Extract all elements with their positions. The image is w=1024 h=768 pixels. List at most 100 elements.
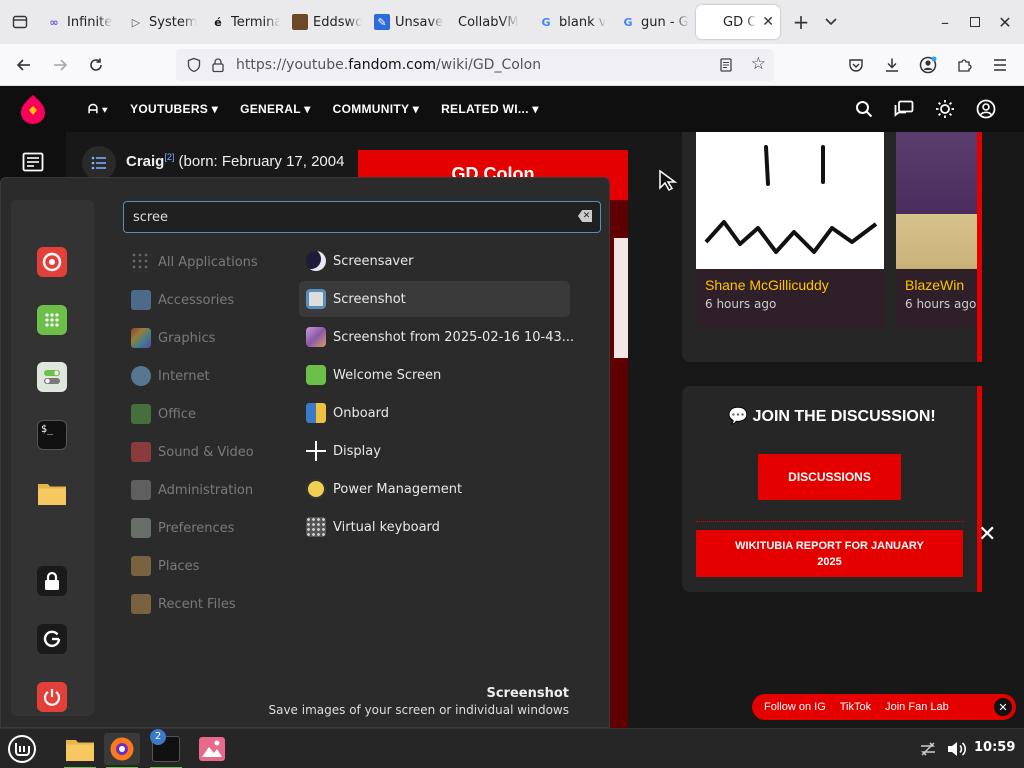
forward-button[interactable]: [42, 49, 78, 81]
taskbar-files[interactable]: [62, 733, 98, 768]
category-all-applications[interactable]: All Applications: [131, 247, 258, 277]
close-window-button[interactable]: ✕: [990, 0, 1020, 44]
logout-button[interactable]: [37, 624, 67, 654]
menu-search-box[interactable]: ✕: [123, 201, 601, 233]
tab-unsaved[interactable]: ✎Unsaved: [368, 5, 450, 39]
tab-terminal[interactable]: éTerminal: [204, 5, 286, 39]
navigation-bar: https://youtube.fandom.com/wiki/GD_Colon…: [0, 44, 1024, 86]
clock[interactable]: 10:59: [974, 740, 1015, 755]
category-office[interactable]: Office: [131, 399, 196, 429]
category-sound-video[interactable]: Sound & Video: [131, 437, 254, 467]
reader-mode-icon[interactable]: [718, 57, 734, 73]
category-administration[interactable]: Administration: [131, 475, 253, 505]
activity-user-link[interactable]: Shane McGillicuddy: [696, 269, 884, 293]
close-tab-icon[interactable]: ✕: [762, 14, 774, 30]
menu-search-input[interactable]: [133, 207, 573, 227]
close-follow-bar-icon[interactable]: ✕: [994, 698, 1012, 716]
nav-general[interactable]: GENERAL ▾: [240, 102, 311, 116]
follow-tiktok-link[interactable]: TikTok: [840, 701, 871, 713]
app-screensaver[interactable]: Screensaver: [299, 243, 570, 279]
folder-icon: [131, 556, 151, 576]
minimize-button[interactable]: –: [930, 0, 960, 44]
app-screenshot-file[interactable]: Screenshot from 2025-02-16 10-43...: [299, 319, 574, 355]
category-places[interactable]: Places: [131, 551, 199, 581]
toc-button[interactable]: [82, 146, 116, 180]
app-onboard[interactable]: Onboard: [299, 395, 570, 431]
tab-gd-colon[interactable]: GD C ✕: [696, 5, 780, 39]
google-icon: G: [623, 15, 633, 29]
tab-blank[interactable]: Gblank v: [532, 5, 614, 39]
shutdown-button[interactable]: [37, 682, 67, 712]
activity-thumbnail: [696, 132, 884, 269]
user-profile-icon[interactable]: [976, 99, 996, 119]
menu-button[interactable]: [4, 733, 40, 765]
account-button[interactable]: [910, 49, 946, 81]
close-ad-button[interactable]: ✕: [978, 522, 996, 547]
category-internet[interactable]: Internet: [131, 361, 210, 391]
category-accessories[interactable]: Accessories: [131, 285, 234, 315]
taskbar-firefox[interactable]: [104, 733, 140, 768]
app-virtual-keyboard[interactable]: Virtual keyboard: [299, 509, 570, 545]
url-text[interactable]: https://youtube.fandom.com/wiki/GD_Colon: [236, 57, 541, 73]
extensions-button[interactable]: [946, 49, 982, 81]
tab-overflow-button[interactable]: [816, 0, 846, 44]
article-icon[interactable]: [22, 152, 44, 172]
fandom-logo[interactable]: [0, 86, 66, 132]
lock-icon[interactable]: [210, 57, 226, 73]
activity-user-link[interactable]: BlazeWin: [896, 269, 982, 293]
tab-eddsworld[interactable]: Eddsworld: [286, 5, 368, 39]
taskbar-image-viewer[interactable]: [194, 733, 230, 765]
wiki-menu-button[interactable]: ᗩ ▾: [88, 102, 108, 117]
activity-item[interactable]: BlazeWin 6 hours ago: [896, 132, 982, 328]
new-tab-button[interactable]: +: [786, 0, 816, 44]
nav-community[interactable]: COMMUNITY ▾: [333, 102, 419, 116]
image-file-icon: [306, 327, 326, 347]
tab-system[interactable]: ▷ System: [122, 5, 204, 39]
follow-instagram-link[interactable]: Follow on IG: [764, 701, 826, 713]
volume-indicator[interactable]: [938, 733, 974, 765]
favorite-software-manager[interactable]: [37, 305, 67, 335]
app-screenshot[interactable]: Screenshot: [299, 281, 570, 317]
reload-button[interactable]: [78, 49, 114, 81]
nav-youtubers[interactable]: YOUTUBERS ▾: [130, 102, 218, 116]
category-recent-files[interactable]: Recent Files: [131, 589, 236, 619]
arrow-right-icon: [54, 58, 68, 71]
favorite-firefox[interactable]: [37, 247, 67, 277]
favorite-files[interactable]: [37, 478, 67, 508]
wikitubia-report-button[interactable]: WIKITUBIA REPORT FOR JANUARY 2025: [696, 530, 963, 577]
drawing-thumbnail: [704, 145, 878, 254]
pocket-button[interactable]: [838, 49, 874, 81]
activity-item[interactable]: Shane McGillicuddy 6 hours ago: [696, 132, 884, 328]
discussions-button[interactable]: DISCUSSIONS: [758, 454, 901, 500]
app-menu-button[interactable]: [982, 49, 1018, 81]
theme-toggle-icon[interactable]: [935, 99, 955, 119]
back-button[interactable]: [6, 49, 42, 81]
tab-list-button[interactable]: [0, 0, 40, 44]
search-icon[interactable]: [855, 100, 873, 118]
join-fan-lab-link[interactable]: Join Fan Lab: [885, 701, 949, 713]
citation-link[interactable]: [2]: [164, 152, 174, 162]
taskbar-terminal[interactable]: . 2: [148, 729, 184, 768]
mint-logo-icon: [8, 735, 36, 763]
discussions-icon[interactable]: [894, 100, 914, 118]
favorite-terminal[interactable]: $_: [37, 420, 67, 450]
tab-gun[interactable]: Ggun - G: [614, 5, 696, 39]
downloads-button[interactable]: [874, 49, 910, 81]
app-display[interactable]: Display: [299, 433, 570, 469]
maximize-button[interactable]: [960, 0, 990, 44]
clear-search-icon[interactable]: ✕: [578, 210, 592, 222]
category-graphics[interactable]: Graphics: [131, 323, 215, 353]
nav-related-wikis[interactable]: RELATED WI... ▾: [441, 102, 539, 116]
lock-screen-button[interactable]: [37, 566, 67, 596]
tab-infinite[interactable]: ∞ Infinite: [40, 5, 122, 39]
tab-collabvm[interactable]: CollabVM: [450, 5, 532, 39]
category-preferences[interactable]: Preferences: [131, 513, 234, 543]
bookmark-star-icon[interactable]: ☆: [751, 54, 766, 74]
app-power-management[interactable]: Power Management: [299, 471, 570, 507]
cloud-icon: [131, 366, 151, 386]
app-welcome-screen[interactable]: Welcome Screen: [299, 357, 570, 393]
url-bar[interactable]: https://youtube.fandom.com/wiki/GD_Colon…: [176, 49, 774, 81]
shield-icon[interactable]: [186, 57, 202, 73]
account-icon: [919, 56, 937, 74]
favorite-settings[interactable]: [37, 362, 67, 392]
